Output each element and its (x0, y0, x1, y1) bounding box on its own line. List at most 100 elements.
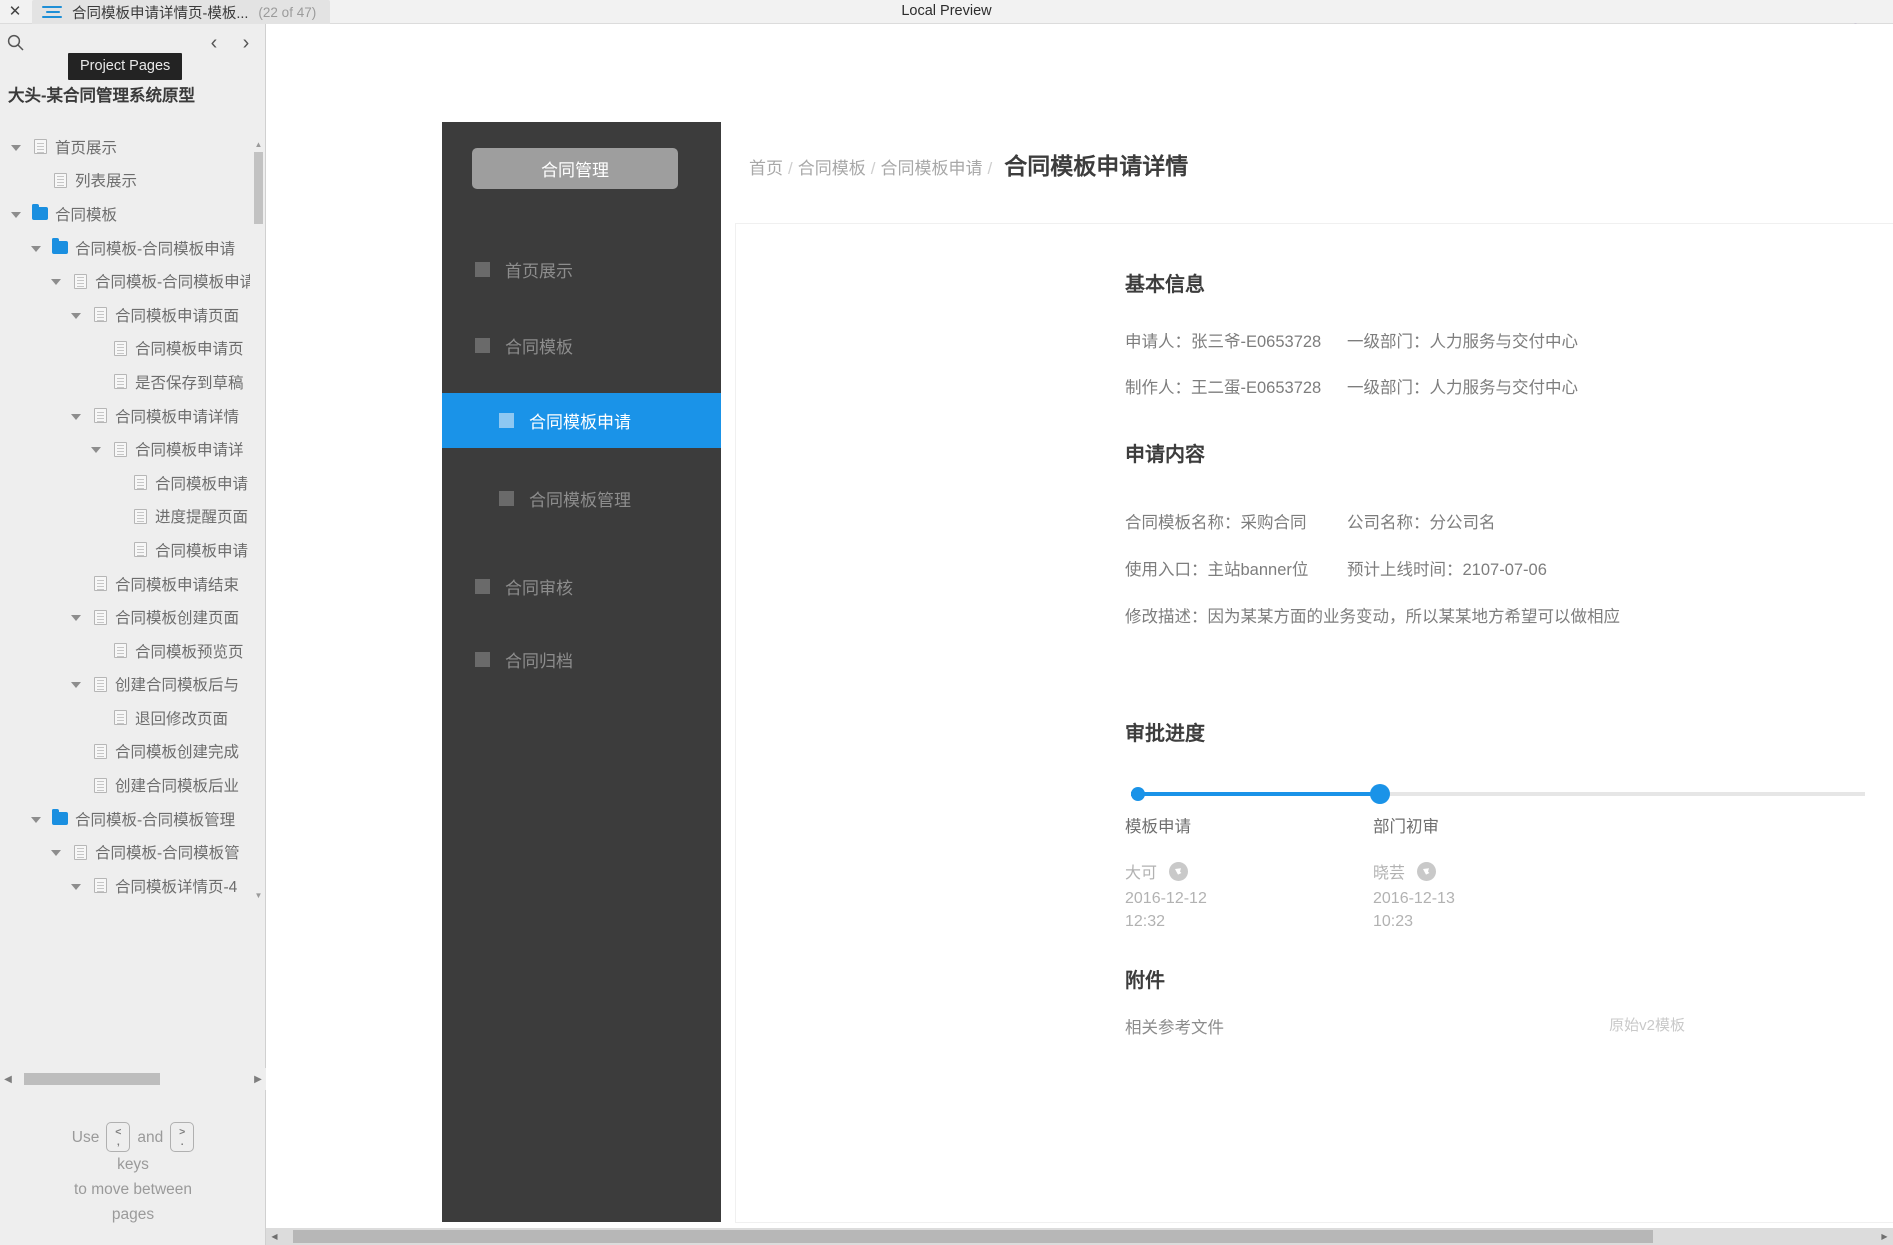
sidebar-item-6[interactable]: 合同归档 (442, 632, 721, 687)
sidebar-item-4[interactable]: 合同模板管理 (442, 471, 721, 526)
tree-item[interactable]: 退回修改页面 (0, 701, 250, 735)
approval-step-date: 2016-12-12 (1125, 890, 1207, 907)
hscroll-thumb[interactable] (24, 1073, 160, 1085)
tree-item-label: 合同模板-合同模板申请 (95, 274, 250, 292)
breadcrumb-item[interactable]: 合同模板 (798, 159, 866, 178)
tree-expand-caret-icon[interactable] (64, 877, 88, 895)
approval-step: 部门初审 晓芸 2016-12-13 10:23 (1373, 801, 1621, 933)
tree-item[interactable]: 合同模板-合同模板管 (0, 835, 250, 869)
breadcrumb-item[interactable]: 首页 (749, 159, 783, 178)
tree-item[interactable]: 合同模板申请详情 (0, 399, 250, 433)
hscroll-right-icon[interactable]: ▶ (250, 1074, 266, 1085)
tree-item[interactable]: 是否保存到草稿 (0, 365, 250, 399)
tree-item[interactable]: 合同模板 (0, 197, 250, 231)
tree-expand-caret-icon[interactable] (24, 239, 48, 257)
tree-expand-caret-icon[interactable] (64, 306, 88, 324)
sidebar-item-1[interactable]: 首页展示 (442, 242, 721, 297)
canvas-scroll-track[interactable] (283, 1228, 1876, 1245)
tree-item[interactable]: 首页展示 (0, 130, 250, 164)
tree-item[interactable]: 合同模板申请 (0, 466, 250, 500)
tree-expand-caret-icon[interactable] (44, 843, 68, 861)
page-icon (128, 475, 152, 491)
tree-vertical-scrollbar[interactable]: ▲ ▼ (253, 140, 264, 900)
applicant-department-field: 一级部门：人力服务与交付中心 (1347, 333, 1578, 351)
tree-item[interactable]: 合同模板-合同模板管理 (0, 802, 250, 836)
app-sidebar: 合同管理 首页展示合同模板合同模板申请 合同模板管理 合同审核合同归档 (442, 122, 721, 1222)
scroll-down-icon[interactable]: ▼ (254, 891, 263, 900)
folder-icon (28, 204, 52, 221)
next-page-button[interactable]: › (235, 29, 257, 57)
company-name-field: 公司名称：分公司名 (1347, 514, 1496, 532)
app-content: 首页 / 合同模板 / 合同模板申请 / 合同模板申请详情 基本信息 申请人：张三爷-E06… (736, 122, 1893, 1222)
tree-item[interactable]: 进度提醒页面 (0, 500, 250, 534)
canvas-horizontal-scrollbar[interactable]: ◀ ▶ (266, 1228, 1893, 1245)
canvas-scroll-right-icon[interactable]: ▶ (1876, 1232, 1893, 1241)
tree-item-label: 合同模板申请结束 (115, 576, 240, 594)
page-icon (88, 576, 112, 592)
key-next-bottom: . (180, 1136, 184, 1148)
prev-page-button[interactable]: ‹ (203, 29, 225, 57)
tree-item[interactable]: 合同模板创建页面 (0, 600, 250, 634)
tree-expand-caret-icon[interactable] (64, 608, 88, 626)
tree-item-label: 合同模板创建完成 (115, 744, 240, 762)
tree-item-label: 合同模板申请 (155, 542, 249, 560)
scroll-thumb[interactable] (254, 152, 263, 224)
sidebar-item-2[interactable]: 合同模板 (442, 318, 721, 373)
tree-item[interactable]: 创建合同模板后业 (0, 768, 250, 802)
tree-item[interactable]: 合同模板申请页面 (0, 298, 250, 332)
modification-description: 修改描述：因为某某方面的业务变动，所以某某地方希望可以做相应 (1125, 603, 1620, 627)
modification-description-text: 修改描述：因为某某方面的业务变动，所以某某地方希望可以做相应 (1125, 608, 1620, 626)
tree-item[interactable]: 合同模板创建完成 (0, 735, 250, 769)
tree-expand-caret-icon[interactable] (84, 440, 108, 458)
tree-expand-caret-icon[interactable] (4, 138, 28, 156)
tree-expand-caret-icon[interactable] (4, 205, 28, 223)
tree-item-label: 首页展示 (55, 139, 118, 157)
tree-item[interactable]: 合同模板申请 (0, 533, 250, 567)
tree-expand-caret-icon[interactable] (64, 675, 88, 693)
tree-item[interactable]: 合同模板预览页 (0, 634, 250, 668)
active-tab[interactable]: 合同模板申请详情页-模板... (22 of 47) (32, 0, 331, 24)
stamp-icon (1169, 861, 1189, 881)
tree-item[interactable]: 合同模板-合同模板申请 (0, 231, 250, 265)
hint-and-label: and (137, 1128, 164, 1146)
tree-item[interactable]: 创建合同模板后与 (0, 668, 250, 702)
page-tree[interactable]: 首页展示 列表展示 合同模板 合同模板-合同模板申请 合同模板-合同模板申请 合同模板申请… (0, 130, 250, 900)
sidebar-item-5[interactable]: 合同审核 (442, 559, 721, 614)
approval-timeline: 模板申请 大可 2016-12-12 12:32 部门初审 晓芸 2016-12-13 10:… (1125, 784, 1865, 933)
breadcrumb[interactable]: 首页 / 合同模板 / 合同模板申请 / 合同模板申请详情 (749, 147, 1188, 181)
project-pages-panel: ‹ › Project Pages 大头-某合同管理系统原型 首页展示 列表展示合… (0, 24, 266, 1245)
page-icon (28, 139, 52, 155)
tab-title: 合同模板申请详情页-模板... (72, 5, 249, 22)
tree-item-label: 合同模板详情页-4 (115, 878, 238, 896)
tree-item[interactable]: 合同模板申请页 (0, 332, 250, 366)
expected-online-date-field: 预计上线时间：2107-07-06 (1347, 561, 1547, 579)
tree-expand-caret-icon[interactable] (44, 272, 68, 290)
scroll-up-icon[interactable]: ▲ (254, 140, 263, 149)
attachment-label[interactable]: 相关参考文件 (1125, 1014, 1224, 1038)
tree-expand-caret-icon[interactable] (24, 810, 48, 828)
progress-dot-step-2 (1370, 784, 1390, 804)
sidebar-item-label: 首页展示 (505, 262, 573, 281)
tree-horizontal-scrollbar[interactable]: ◀ ▶ (0, 1068, 266, 1090)
hamburger-icon[interactable] (42, 5, 62, 19)
close-icon[interactable]: ✕ (4, 0, 26, 24)
search-icon[interactable] (0, 28, 30, 58)
tree-item-label: 合同模板申请 (155, 475, 249, 493)
prototype-canvas: 合同管理 首页展示 合同模板 合同模板申请 合同模板管理 合同审核 合同归档 首页 / 合同模… (266, 24, 1893, 1245)
hint-line-2: keys (117, 1156, 149, 1173)
tree-item[interactable]: 合同模板详情页-4 (0, 869, 250, 900)
canvas-scroll-thumb[interactable] (293, 1230, 1653, 1243)
hscroll-track[interactable] (16, 1073, 250, 1085)
brand-button[interactable]: 合同管理 (472, 148, 678, 189)
tree-item[interactable]: 列表展示 (0, 164, 250, 198)
hscroll-left-icon[interactable]: ◀ (0, 1074, 16, 1085)
tree-expand-caret-icon[interactable] (64, 407, 88, 425)
tree-item[interactable]: 合同模板-合同模板申请 (0, 264, 250, 298)
approval-step-person-row: 大可 (1125, 859, 1373, 883)
sidebar-item-3[interactable]: 合同模板申请 (442, 393, 721, 448)
tree-item[interactable]: 合同模板申请结束 (0, 567, 250, 601)
hint-use-label: Use (71, 1128, 100, 1146)
canvas-scroll-left-icon[interactable]: ◀ (266, 1232, 283, 1241)
tree-item[interactable]: 合同模板申请详 (0, 432, 250, 466)
breadcrumb-item[interactable]: 合同模板申请 (880, 159, 982, 178)
